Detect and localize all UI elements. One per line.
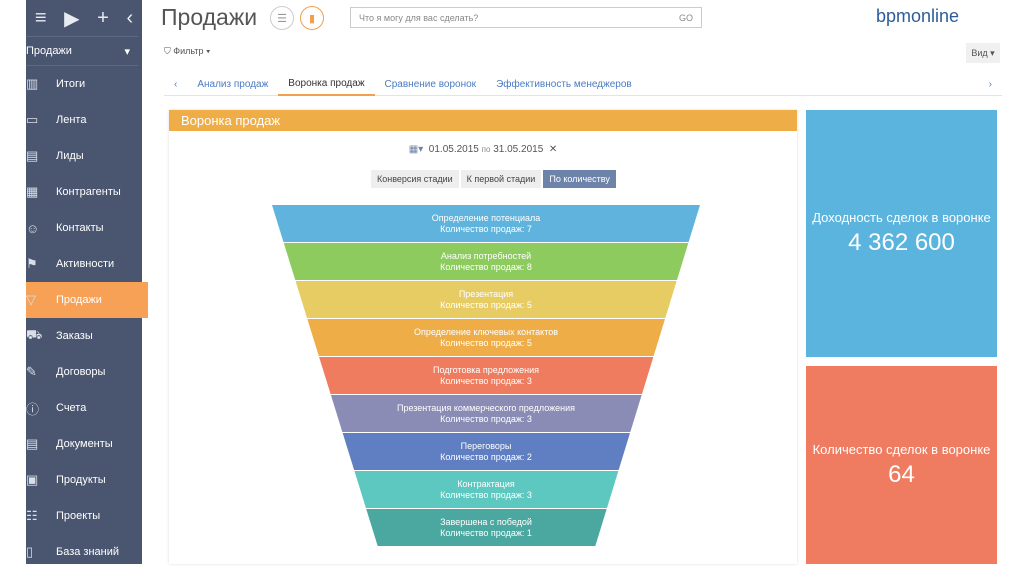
funnel-stage-label: Анализ потребностей [441,251,531,261]
view-button[interactable]: Вид ▾ [966,43,1000,63]
sidebar-item[interactable]: ⓘ Счета [26,390,142,426]
play-icon[interactable]: ▶ [64,6,79,31]
flag-icon: ⚑ [26,256,38,271]
funnel-stage-label: Определение потенциала [432,213,541,223]
sidebar-item[interactable]: ▤ Документы [26,426,142,462]
funnel-stage-label: Количество продаж: 5 [440,300,532,310]
tab-funnel-comparison[interactable]: Сравнение воронок [375,74,487,96]
kpi-card: Количество сделок в воронке 64 [806,366,997,564]
sidebar-item[interactable]: ⚑ Активности [26,246,142,282]
tab-sales-funnel[interactable]: Воронка продаж [278,74,375,96]
funnel-stage-label: Количество продаж: 8 [440,262,532,272]
filter-icon: ⛉ [164,46,174,56]
contact-icon: ☺ [26,220,40,236]
kpi-title: Доходность сделок в воронке [812,210,991,225]
sidebar-item[interactable]: ▭ Лента [26,102,142,138]
document-icon: ▤ [26,436,39,451]
tabs-next-icon[interactable]: › [979,74,1002,96]
book-icon: ▯ [26,544,34,559]
kpi-title: Количество сделок в воронке [812,441,991,457]
sidebar-item[interactable]: ✎ Договоры [26,354,142,390]
funnel-stage-label: Количество продаж: 3 [440,490,532,500]
tabs-prev-icon[interactable]: ‹ [164,74,187,96]
sidebar-item[interactable]: ☺ Контакты [26,210,142,246]
tab-sales-analysis[interactable]: Анализ продаж [187,74,278,96]
funnel-stage-label: Количество продаж: 1 [440,528,532,538]
funnel-stage-label: Количество продаж: 2 [440,452,532,462]
accounts-icon: ▦ [26,184,39,199]
contract-icon: ✎ [26,364,37,379]
feed-icon: ▭ [26,112,39,127]
sidebar-item[interactable]: ▯ База знаний [26,534,142,570]
project-icon: ☷ [26,508,38,523]
workplace-select[interactable]: Продажи ▾ [26,36,138,66]
funnel-stage-label: Контрактация [457,479,515,489]
funnel-stage-label: Презентация коммерческого предложения [397,403,575,413]
chart-icon: ▥ [26,76,39,91]
go-button[interactable]: GO [679,13,693,23]
funnel-stage-label: Определение ключевых контактов [414,327,558,337]
sidebar-item[interactable]: ▣ Продукты [26,462,142,498]
funnel-stage-label: Количество продаж: 3 [440,414,532,424]
sidebar: ≡ ▶ + ‹ Продажи ▾ ▥ Итоги ▭ Лента ▤ Лиды ▦ Контр… [26,0,148,564]
search-input[interactable]: Что я могу для вас сделать? GO [350,7,702,28]
funnel-icon: ▽ [26,292,36,307]
funnel-stage-label: Количество продаж: 5 [440,338,532,348]
filter-button[interactable]: ⛉ Фильтр ▾ [164,46,210,57]
funnel-stage-label: Переговоры [461,441,512,451]
funnel-stage-label: Количество продаж: 3 [440,376,532,386]
kpi-card: Доходность сделок в воронке 4 362 600 [806,110,997,357]
list-view-button[interactable]: ☰ [270,6,294,30]
tabs: ‹ Анализ продаж Воронка продаж Сравнение… [164,74,1002,96]
funnel-stage-label: Подготовка предложения [433,365,539,375]
invoice-icon: ⓘ [26,401,40,417]
sidebar-item[interactable]: ⛟ Заказы [26,318,142,354]
sidebar-item[interactable]: ▽ Продажи [26,282,148,318]
funnel-stage-label: Презентация [459,289,513,299]
leads-icon: ▤ [26,148,39,163]
funnel-panel: Воронка продаж ▦▾ 01.05.2015 по 31.05.20… [169,110,797,564]
plus-icon[interactable]: + [97,7,109,30]
tab-manager-efficiency[interactable]: Эффективность менеджеров [486,74,642,96]
kpi-value: 64 [888,460,915,488]
product-icon: ▣ [26,472,39,487]
sidebar-item[interactable]: ▤ Лиды [26,138,142,174]
logo: bpmonline [876,6,960,26]
analytics-view-button[interactable]: ▮ [300,6,324,30]
funnel-stage-label: Количество продаж: 7 [440,224,532,234]
kpi-value: 4 362 600 [848,229,955,256]
page-title: Продажи [161,4,258,30]
funnel-chart: Определение потенциалаКоличество продаж:… [272,205,700,546]
menu-icon[interactable]: ≡ [35,7,47,30]
cart-icon: ⛟ [26,327,43,342]
sidebar-item[interactable]: ▥ Итоги [26,66,142,102]
funnel-stage-label: Завершена с победой [440,517,532,527]
sidebar-item[interactable]: ▦ Контрагенты [26,174,142,210]
sidebar-item[interactable]: ☷ Проекты [26,498,142,534]
chevron-down-icon: ▾ [124,45,130,58]
collapse-icon[interactable]: ‹ [126,7,133,30]
